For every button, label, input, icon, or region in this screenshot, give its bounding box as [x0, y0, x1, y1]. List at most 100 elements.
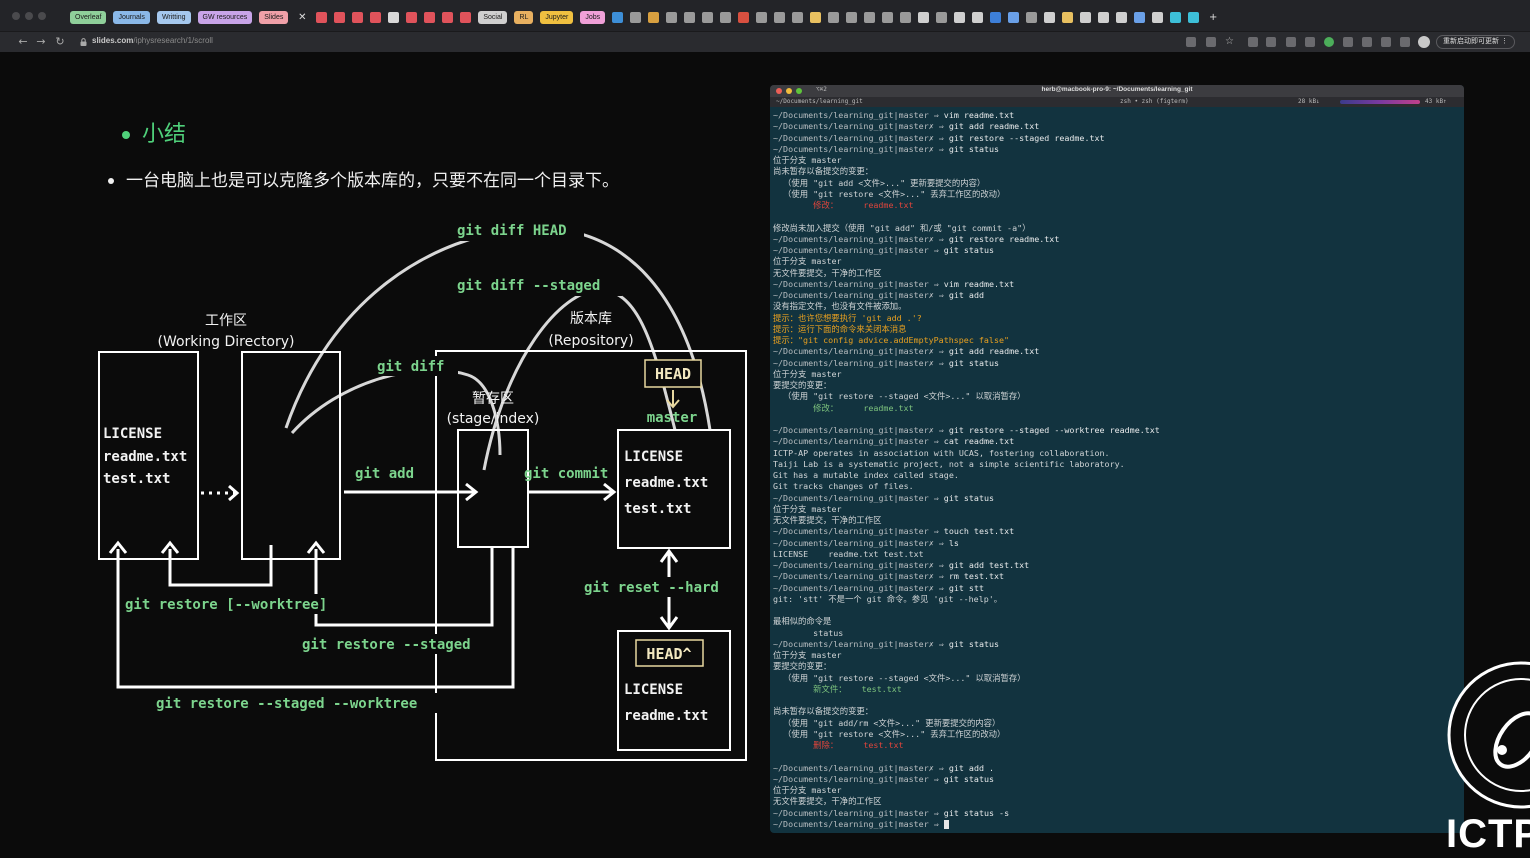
terminal-window[interactable]: ⌥⌘2 herb@macbook-pro-9: ~/Documents/lear… [770, 85, 1464, 833]
tab-favicon-icon[interactable] [442, 11, 454, 23]
terminal-prompt-line: ~/Documents/learning_git|master ⇒ git st… [773, 245, 1461, 256]
tab-favicon-icon[interactable] [1116, 11, 1128, 23]
tab-favicon-icon[interactable] [1080, 11, 1092, 23]
tab-favicon-icon[interactable] [720, 11, 732, 23]
tab-favicon-icon[interactable] [1044, 11, 1056, 23]
prompt-command: ls [948, 537, 959, 548]
prompt-command: git status -s [943, 807, 1010, 818]
prompt-command: git status [943, 492, 995, 503]
terminal-status-bar: ~/Documents/learning_git zsh • zsh (figt… [770, 97, 1464, 107]
terminal-prompt-line: ~/Documents/learning_git|master✗ ⇒ rm te… [773, 571, 1461, 582]
tab-favicon-icon[interactable] [990, 11, 1002, 23]
tab-favicon-icon[interactable] [756, 11, 768, 23]
prompt-path: ~/Documents/learning_git|master✗ ⇒ [773, 425, 949, 435]
tab-favicon-icon[interactable] [666, 11, 678, 23]
head-label: HEAD [655, 365, 691, 383]
tab-favicon-icon[interactable] [370, 11, 382, 23]
share-icon[interactable] [1206, 37, 1216, 47]
tab-favicon-icon[interactable] [1170, 11, 1182, 23]
tab-group-slides[interactable]: Slides [259, 10, 289, 24]
tab-favicon-icon[interactable] [460, 11, 472, 23]
extension-icon[interactable] [1286, 37, 1296, 47]
back-arrow-icon[interactable]: ← [16, 35, 30, 49]
window-close-button[interactable] [12, 12, 20, 20]
sidebar-icon[interactable] [1400, 37, 1410, 47]
tab-group-journals[interactable]: Journals [113, 10, 150, 24]
tab-favicon-icon[interactable] [918, 11, 930, 23]
tab-favicon-icon[interactable] [702, 11, 714, 23]
tab-group-rl[interactable]: RL [514, 10, 534, 24]
tab-favicon-icon[interactable] [352, 11, 364, 23]
close-tab-icon[interactable]: ✕ [295, 10, 309, 24]
tab-favicon-icon[interactable] [864, 11, 876, 23]
tab-group-gw-resources[interactable]: GW resources [197, 10, 253, 24]
tab-group-overleaf[interactable]: Overleaf [70, 10, 107, 24]
new-tab-button[interactable]: + [1206, 10, 1220, 24]
tab-favicon-icon[interactable] [882, 11, 894, 23]
prompt-path: ~/Documents/learning_git|master✗ ⇒ [773, 762, 949, 773]
forward-arrow-icon[interactable]: → [34, 35, 48, 49]
extension-icon[interactable] [1248, 37, 1258, 47]
update-button[interactable]: 重新启动即可更新 ⋮ [1436, 35, 1515, 49]
terminal-output-line: 尚未暂存以备提交的变更： [773, 706, 874, 717]
tab-group-jupyter[interactable]: Jupyter [540, 10, 574, 24]
tab-group-jobs[interactable]: Jobs [580, 10, 606, 24]
tab-favicon-icon[interactable] [1026, 11, 1038, 23]
profile-avatar[interactable] [1418, 36, 1430, 48]
extension-icon[interactable] [1362, 37, 1372, 47]
tab-favicon-icon[interactable] [424, 11, 436, 23]
reload-icon[interactable]: ↻ [53, 35, 67, 49]
tab-favicon-icon[interactable] [316, 11, 328, 23]
translate-icon[interactable] [1186, 37, 1196, 47]
extension-icon[interactable] [1266, 37, 1276, 47]
bookmark-star-icon[interactable]: ☆ [1225, 37, 1235, 47]
tab-favicon-icon[interactable] [936, 11, 948, 23]
tab-favicon-icon[interactable] [1098, 11, 1110, 23]
puzzle-icon[interactable] [1381, 37, 1391, 47]
extension-icon[interactable] [1305, 37, 1315, 47]
terminal-output-line: （使用 "git restore --staged <文件>..." 以取消暂存… [773, 391, 1026, 402]
tab-favicon-icon[interactable] [406, 11, 418, 23]
tab-favicon-icon[interactable] [774, 11, 786, 23]
tab-favicon-icon[interactable] [388, 11, 400, 23]
working-directory-title-en: (Working Directory) [158, 334, 295, 350]
tab-group-writting[interactable]: Writting [156, 10, 191, 24]
tab-favicon-icon[interactable] [900, 11, 912, 23]
extension-icon[interactable] [1324, 37, 1334, 47]
prompt-command: git status [948, 143, 1000, 154]
tab-favicon-icon[interactable] [334, 11, 346, 23]
address-bar[interactable]: slides.com/iphysresearch/1/scroll [92, 36, 213, 45]
terminal-output-line: Git has a mutable index called stage. [773, 470, 959, 480]
tab-group-social[interactable]: Social [478, 10, 508, 24]
tab-favicon-icon[interactable] [612, 11, 624, 23]
tab-favicon-icon[interactable] [828, 11, 840, 23]
prompt-command: git status [948, 357, 1000, 368]
tab-favicon-icon[interactable] [1152, 11, 1164, 23]
tab-favicon-icon[interactable] [1062, 11, 1074, 23]
local-file: test.txt [103, 471, 170, 487]
window-zoom-button[interactable] [38, 12, 46, 20]
tab-favicon-icon[interactable] [792, 11, 804, 23]
tab-favicon-icon[interactable] [738, 11, 750, 23]
tab-favicon-icon[interactable] [846, 11, 858, 23]
terminal-prompt-line: ~/Documents/learning_git|master✗ ⇒ git a… [773, 763, 1461, 774]
terminal-title-bar: ⌥⌘2 herb@macbook-pro-9: ~/Documents/lear… [770, 85, 1464, 97]
prompt-path: ~/Documents/learning_git|master ⇒ [773, 807, 944, 818]
window-minimize-button[interactable] [25, 12, 33, 20]
terminal-prompt-line: ~/Documents/learning_git|master✗ ⇒ git r… [773, 234, 1461, 245]
tab-favicon-icon[interactable] [954, 11, 966, 23]
tab-favicon-icon[interactable] [1188, 11, 1200, 23]
terminal-output[interactable]: ~/Documents/learning_git|master ⇒ vim re… [770, 107, 1464, 830]
prompt-path: ~/Documents/learning_git|master ⇒ [773, 110, 944, 120]
tab-favicon-icon[interactable] [684, 11, 696, 23]
tab-favicon-icon[interactable] [630, 11, 642, 23]
terminal-prompt-line: ~/Documents/learning_git|master✗ ⇒ ls [773, 538, 1461, 549]
tab-favicon-icon[interactable] [648, 11, 660, 23]
prompt-path: ~/Documents/learning_git|master✗ ⇒ [773, 143, 949, 154]
tab-favicon-icon[interactable] [1134, 11, 1146, 23]
tab-favicon-icon[interactable] [972, 11, 984, 23]
tab-favicon-icon[interactable] [810, 11, 822, 23]
extension-icon[interactable] [1343, 37, 1353, 47]
tab-favicon-icon[interactable] [1008, 11, 1020, 23]
status-cwd: ~/Documents/learning_git [776, 98, 863, 105]
